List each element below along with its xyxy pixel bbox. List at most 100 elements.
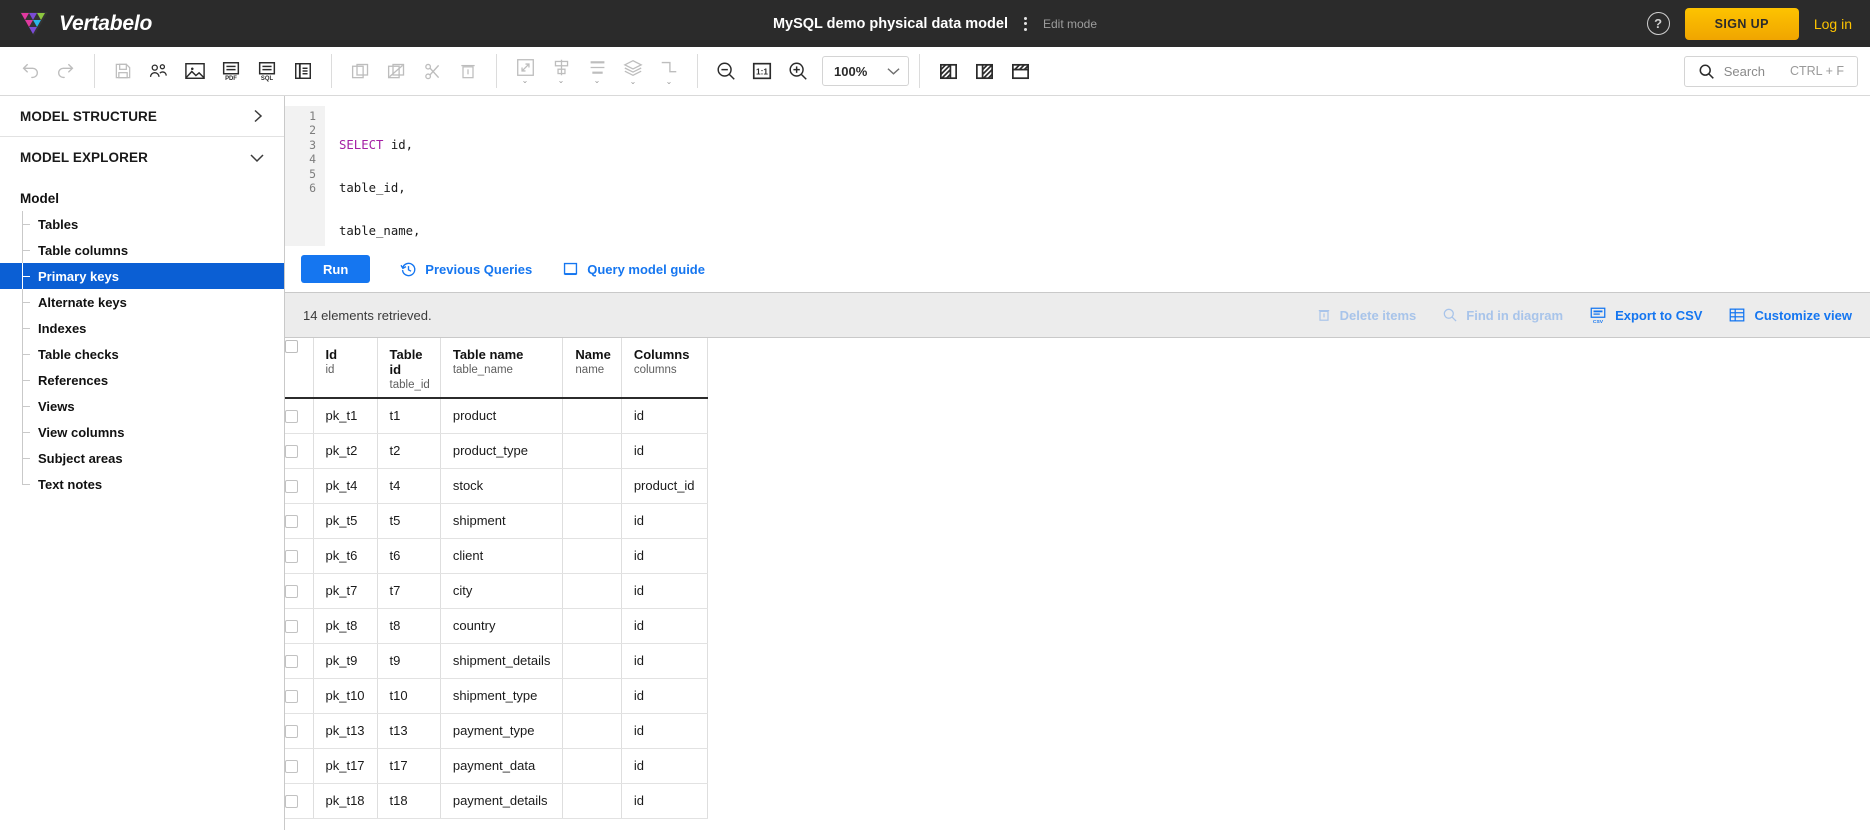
model-explorer-panel-header[interactable]: MODEL EXPLORER [0,137,284,178]
share-button[interactable] [141,53,177,89]
connector-style-button[interactable]: ⌄ [651,53,687,89]
find-in-diagram-button[interactable]: Find in diagram [1442,307,1563,323]
table-row[interactable]: pk_t2 t2 product_type id [285,433,708,469]
editor-code-area[interactable]: SELECT id, table_id, table_name, name, c… [325,106,472,246]
row-checkbox[interactable] [285,445,298,459]
brand-logo[interactable]: Vertabelo [0,10,152,38]
undo-button[interactable] [12,53,48,89]
sidebar-item-subject-areas[interactable]: Subject areas [0,445,284,471]
export-to-csv-button[interactable]: CSV Export to CSV [1589,306,1702,324]
zoom-in-button[interactable] [780,53,816,89]
column-header-table-name[interactable]: Table name table_name [440,338,564,399]
cell-table-name: country [440,608,564,644]
row-checkbox[interactable] [285,515,298,529]
table-row[interactable]: pk_t10 t10 shipment_type id [285,678,708,714]
export-image-button[interactable] [177,53,213,89]
table-row[interactable]: pk_t13 t13 payment_type id [285,713,708,749]
row-checkbox[interactable] [285,620,298,634]
book-icon [562,261,579,278]
row-checkbox[interactable] [285,795,298,809]
row-checkbox[interactable] [285,760,298,774]
delete-items-button[interactable]: Delete items [1316,307,1417,323]
zoom-level-value: 100% [834,63,868,79]
search-input[interactable]: Search CTRL + F [1683,55,1858,87]
sidebar-item-table-checks[interactable]: Table checks [0,341,284,367]
customize-view-button[interactable]: Customize view [1728,306,1852,324]
kebab-menu-icon[interactable] [1021,13,1030,35]
sidebar-item-text-notes[interactable]: Text notes [0,471,284,497]
row-checkbox[interactable] [285,725,298,739]
query-model-guide-button[interactable]: Query model guide [562,261,705,278]
row-checkbox[interactable] [285,655,298,669]
save-button[interactable] [105,53,141,89]
previous-queries-button[interactable]: Previous Queries [400,261,532,278]
sql-editor[interactable]: 1 2 3 4 5 6 SELECT id, table_id, table_n… [285,96,1870,246]
column-header-id[interactable]: Id id [313,338,378,399]
row-select-cell [285,678,314,714]
sidebar-item-view-columns[interactable]: View columns [0,419,284,445]
cell-columns: id [621,783,708,819]
zoom-level-select[interactable]: 100% [822,56,910,86]
run-button[interactable]: Run [301,255,371,283]
column-header-columns[interactable]: Columns columns [621,338,708,399]
sign-up-button[interactable]: SIGN UP [1684,7,1799,40]
align-vertical-button[interactable]: ⌄ [543,53,579,89]
cell-table-name: product_type [440,433,564,469]
row-checkbox[interactable] [285,410,298,424]
paste-button[interactable] [378,53,414,89]
row-checkbox[interactable] [285,550,298,564]
table-row[interactable]: pk_t9 t9 shipment_details id [285,643,708,679]
row-checkbox[interactable] [285,480,298,494]
table-row[interactable]: pk_t1 t1 product id [285,398,708,434]
column-header-table-id[interactable]: Table id table_id [377,338,441,399]
cell-id: pk_t7 [313,573,378,609]
delete-items-label: Delete items [1339,307,1417,323]
toggle-left-panel-button[interactable] [930,53,966,89]
search-icon [1442,307,1458,323]
row-select-cell [285,503,314,539]
layers-button[interactable]: ⌄ [615,53,651,89]
tree-root-model[interactable]: Model [0,186,284,211]
zoom-actual-button[interactable]: 1:1 [744,53,780,89]
sidebar-item-alternate-keys[interactable]: Alternate keys [0,289,284,315]
distribute-button[interactable]: ⌄ [579,53,615,89]
cell-name [562,643,622,679]
sidebar-item-table-columns[interactable]: Table columns [0,237,284,263]
sidebar-item-indexes[interactable]: Indexes [0,315,284,341]
row-checkbox[interactable] [285,690,298,704]
delete-button[interactable] [450,53,486,89]
code-line: SELECT id, [339,138,472,152]
sidebar-item-views[interactable]: Views [0,393,284,419]
export-pdf-button[interactable]: PDF [213,53,249,89]
column-header-name[interactable]: Name name [562,338,622,399]
sidebar-item-references[interactable]: References [0,367,284,393]
row-select-cell [285,398,314,434]
cell-name [562,713,622,749]
export-sql-button[interactable]: SQL [249,53,285,89]
table-row[interactable]: pk_t6 t6 client id [285,538,708,574]
row-checkbox[interactable] [285,585,298,599]
log-in-link[interactable]: Log in [1814,16,1852,32]
documentation-button[interactable] [285,53,321,89]
cell-table-id: t8 [377,608,441,644]
table-row[interactable]: pk_t4 t4 stock product_id [285,468,708,504]
sidebar-item-primary-keys[interactable]: Primary keys [0,263,284,289]
line-number: 3 [309,137,316,152]
row-select-cell [285,468,314,504]
redo-button[interactable] [48,53,84,89]
table-row[interactable]: pk_t7 t7 city id [285,573,708,609]
copy-button[interactable] [342,53,378,89]
toggle-right-panel-button[interactable] [966,53,1002,89]
table-row[interactable]: pk_t18 t18 payment_details id [285,783,708,819]
table-row[interactable]: pk_t8 t8 country id [285,608,708,644]
zoom-out-button[interactable] [708,53,744,89]
select-all-checkbox[interactable] [285,340,298,354]
table-row[interactable]: pk_t17 t17 payment_data id [285,748,708,784]
model-structure-panel-header[interactable]: MODEL STRUCTURE [0,96,284,137]
sidebar-item-tables[interactable]: Tables [0,211,284,237]
help-circle-icon[interactable]: ? [1646,12,1670,35]
resize-button[interactable]: ⌄ [507,53,543,89]
toggle-bottom-panel-button[interactable] [1002,53,1038,89]
table-row[interactable]: pk_t5 t5 shipment id [285,503,708,539]
scissors-icon[interactable] [414,53,450,89]
